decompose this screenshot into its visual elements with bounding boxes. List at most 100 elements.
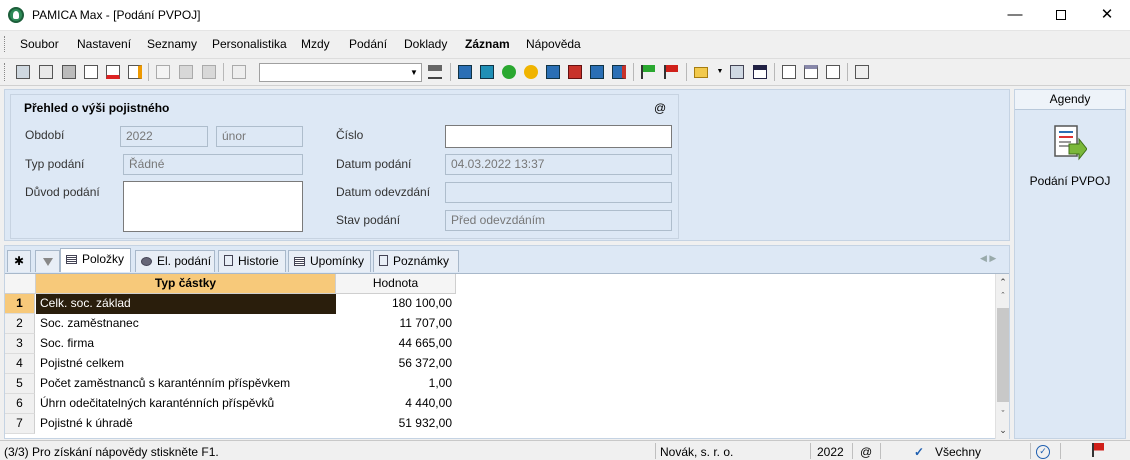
tab-filter[interactable]	[35, 250, 60, 272]
menu-zaznam[interactable]: Záznam	[465, 37, 510, 51]
status-year[interactable]: 2022	[817, 445, 844, 459]
scroll-thumb[interactable]	[997, 308, 1009, 402]
table-row[interactable]: 2 Soc. zaměstnanec 11 707,00	[5, 314, 995, 334]
filter-icon[interactable]	[37, 63, 55, 81]
cell-typ[interactable]: Pojistné celkem	[36, 354, 336, 374]
agendy-panel: Agendy Podání PVPOJ	[1014, 89, 1126, 439]
cell-hodnota[interactable]: 1,00	[336, 374, 456, 394]
print-icon[interactable]	[60, 63, 78, 81]
menu-soubor[interactable]: Soubor	[20, 37, 59, 51]
table-row[interactable]: 6 Úhrn odečitatelných karanténních přísp…	[5, 394, 995, 414]
checkmark-pen-icon[interactable]: ✓	[914, 445, 924, 459]
tab-poznamky[interactable]: Poznámky	[373, 250, 459, 272]
export-icon[interactable]	[126, 63, 144, 81]
open-agenda-icon[interactable]	[14, 63, 32, 81]
maximize-button[interactable]	[1038, 0, 1084, 31]
scroll-down-icon[interactable]: ˇ	[996, 407, 1010, 421]
green-flag-icon[interactable]	[639, 63, 657, 81]
tab-upominky[interactable]: Upomínky	[288, 250, 371, 272]
column-header-hodnota[interactable]: Hodnota	[336, 274, 456, 294]
datum-odevzdani-field[interactable]	[445, 182, 672, 203]
vertical-scrollbar[interactable]: ⌃ ˆ ˇ ⌄	[995, 274, 1009, 439]
red-flag-icon[interactable]	[1092, 443, 1104, 460]
menu-seznamy[interactable]: Seznamy	[147, 37, 197, 51]
close-button[interactable]: ✕	[1084, 0, 1130, 31]
iban-icon[interactable]	[751, 63, 769, 81]
tab-polozky[interactable]: Položky	[60, 248, 131, 272]
tab-historie[interactable]: Historie	[218, 250, 286, 272]
m-box-icon[interactable]	[456, 63, 474, 81]
print-preview-icon[interactable]	[82, 63, 100, 81]
folder-icon[interactable]	[692, 63, 710, 81]
cell-hodnota[interactable]: 4 440,00	[336, 394, 456, 414]
red-flag-icon[interactable]	[662, 63, 680, 81]
status-filter[interactable]: Všechny	[935, 445, 981, 459]
cell-hodnota[interactable]: 44 665,00	[336, 334, 456, 354]
green-person-icon[interactable]	[500, 63, 518, 81]
cell-typ[interactable]: Úhrn odečitatelných karanténních příspěv…	[36, 394, 336, 414]
cell-hodnota[interactable]: 51 932,00	[336, 414, 456, 434]
status-company[interactable]: Novák, s. r. o.	[660, 445, 733, 459]
tab-scroll-arrows[interactable]: ◀ ▶	[980, 253, 996, 264]
cell-hodnota[interactable]: 11 707,00	[336, 314, 456, 334]
cell-typ[interactable]: Pojistné k úhradě	[36, 414, 336, 434]
minimize-button[interactable]: —	[992, 0, 1038, 31]
check-circle-icon[interactable]: ✓	[1036, 443, 1050, 459]
agendy-item-label[interactable]: Podání PVPOJ	[1015, 174, 1125, 188]
duvod-podani-textarea[interactable]	[123, 181, 303, 232]
typ-podani-label: Typ podání	[25, 157, 85, 171]
table-row[interactable]: 3 Soc. firma 44 665,00	[5, 334, 995, 354]
new-record-icon[interactable]	[154, 63, 172, 81]
menu-mzdy[interactable]: Mzdy	[301, 37, 330, 51]
table-row[interactable]: 7 Pojistné k úhradě 51 932,00	[5, 414, 995, 434]
table-row[interactable]: 1 Celk. soc. základ 180 100,00	[5, 294, 995, 314]
agenda-combobox[interactable]: ▼	[259, 63, 422, 82]
tab-star[interactable]: ✱	[7, 250, 31, 272]
note-icon[interactable]	[802, 63, 820, 81]
menu-doklady[interactable]: Doklady	[404, 37, 447, 51]
note-edit-icon[interactable]	[824, 63, 842, 81]
scroll-up-icon[interactable]: ˆ	[996, 289, 1010, 303]
scroll-top-icon[interactable]: ⌃	[996, 275, 1010, 289]
yellow-person-icon[interactable]	[522, 63, 540, 81]
mail-red-2-icon[interactable]	[610, 63, 628, 81]
tab-el-podani[interactable]: El. podání	[135, 250, 215, 272]
menu-nastaveni[interactable]: Nastavení	[77, 37, 131, 51]
datum-podani-field[interactable]: 04.03.2022 13:37	[445, 154, 672, 175]
document-arrow-icon[interactable]	[1053, 124, 1087, 164]
menu-personalistika[interactable]: Personalistika	[212, 37, 287, 51]
scroll-bottom-icon[interactable]: ⌄	[996, 423, 1010, 437]
settings-tool-icon[interactable]	[853, 63, 871, 81]
mail-red-icon[interactable]	[566, 63, 584, 81]
toolbar-separator	[223, 63, 224, 81]
cell-typ[interactable]: Počet zaměstnanců s karanténním příspěvk…	[36, 374, 336, 394]
clear-filter-icon[interactable]	[426, 63, 444, 81]
message-icon[interactable]	[780, 63, 798, 81]
pdf-icon[interactable]	[104, 63, 122, 81]
cell-hodnota[interactable]: 56 372,00	[336, 354, 456, 374]
person-box-icon[interactable]	[478, 63, 496, 81]
stav-podani-field[interactable]: Před odevzdáním	[445, 210, 672, 231]
folder-dropdown-icon[interactable]: ▼	[711, 63, 729, 81]
copy-icon[interactable]	[230, 63, 248, 81]
mail-blue-2-icon[interactable]	[588, 63, 606, 81]
cell-typ[interactable]: Celk. soc. základ	[36, 294, 336, 314]
calculator-icon[interactable]	[728, 63, 746, 81]
cell-typ[interactable]: Soc. firma	[36, 334, 336, 354]
menu-podani[interactable]: Podání	[349, 37, 387, 51]
obdobi-year-field[interactable]: 2022	[120, 126, 208, 147]
save-icon[interactable]	[177, 63, 195, 81]
typ-podani-field[interactable]: Řádné	[123, 154, 303, 175]
status-at-icon[interactable]: @	[860, 445, 872, 459]
cislo-input[interactable]	[445, 125, 672, 148]
menu-napoveda[interactable]: Nápověda	[526, 37, 581, 51]
cell-hodnota[interactable]: 180 100,00	[336, 294, 456, 314]
mail-blue-icon[interactable]	[544, 63, 562, 81]
cell-typ[interactable]: Soc. zaměstnanec	[36, 314, 336, 334]
save-all-icon[interactable]	[200, 63, 218, 81]
column-header-typ[interactable]: Typ částky	[36, 274, 336, 294]
obdobi-month-field[interactable]: únor	[216, 126, 303, 147]
table-row[interactable]: 5 Počet zaměstnanců s karanténním příspě…	[5, 374, 995, 394]
chevron-down-icon[interactable]: ▼	[407, 64, 421, 81]
table-row[interactable]: 4 Pojistné celkem 56 372,00	[5, 354, 995, 374]
